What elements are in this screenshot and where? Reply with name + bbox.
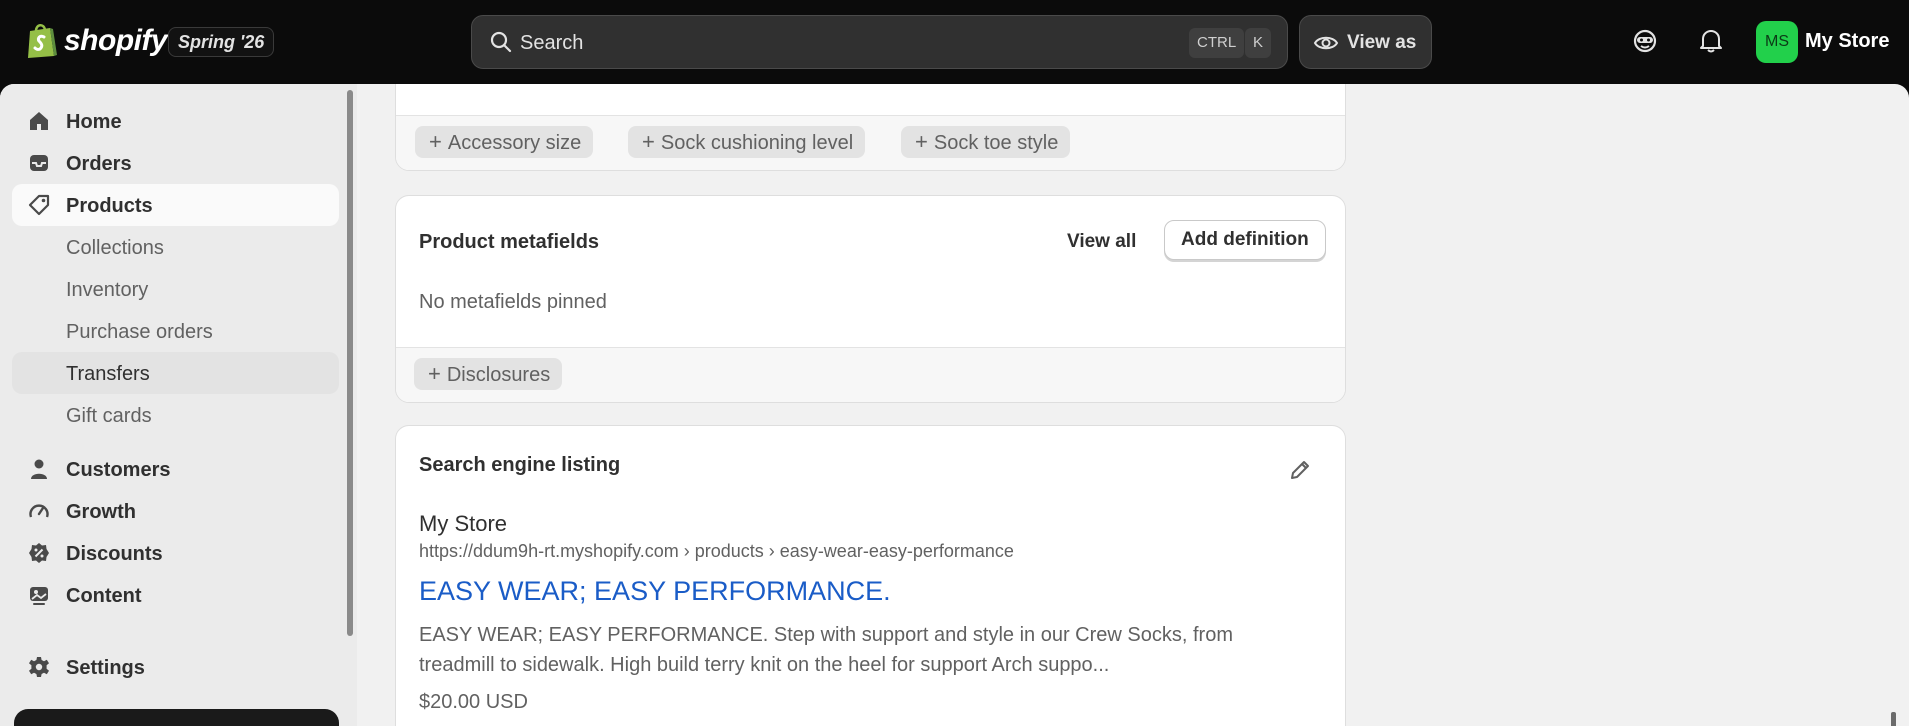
sidebar-item-growth[interactable]: Growth [12, 490, 339, 532]
seo-description: EASY WEAR; EASY PERFORMANCE. Step with s… [419, 620, 1299, 680]
view-as-button[interactable]: View as [1299, 15, 1432, 69]
add-definition-button[interactable]: Add definition [1164, 220, 1326, 260]
pill-label: Disclosures [446, 364, 551, 386]
add-sock-cushioning-button[interactable]: + Sock cushioning level [628, 126, 866, 158]
main-frame: Home Orders Products Collections Invento… [0, 84, 1909, 726]
home-icon [28, 110, 50, 132]
pill-label: Sock cushioning level [660, 132, 854, 154]
top-bar: shopify Spring '26 Search CTRL K View as… [0, 0, 1909, 84]
eye-icon [1313, 32, 1339, 60]
sidebar-bottom-panel[interactable] [14, 709, 339, 726]
seo-card-title: Search engine listing [419, 454, 621, 476]
seo-price: $20.00 USD [419, 691, 528, 713]
sidebar-item-gift-cards[interactable]: Gift cards [12, 394, 339, 436]
sidebar-scrollbar[interactable] [347, 90, 353, 636]
edition-badge[interactable]: Spring '26 [168, 27, 275, 57]
store-name[interactable]: My Store [1805, 30, 1889, 53]
sidebar-item-content[interactable]: Content [12, 574, 339, 616]
no-metafields-text: No metafields pinned [419, 291, 607, 313]
sidebar-item-inventory[interactable]: Inventory [12, 268, 339, 310]
search-placeholder: Search [520, 32, 584, 54]
sidebar-item-discounts[interactable]: Discounts [12, 532, 339, 574]
sidebar-item-label: Products [66, 195, 153, 217]
sidebar: Home Orders Products Collections Invento… [0, 84, 357, 726]
gauge-icon [28, 500, 50, 522]
sidebar-item-label: Transfers [66, 363, 150, 385]
sidebar-item-settings[interactable]: Settings [12, 646, 339, 688]
seo-description-line: treadmill to sidewalk. High build terry … [419, 654, 1110, 676]
plus-icon: + [429, 129, 442, 154]
bell-icon[interactable] [1699, 28, 1723, 59]
add-disclosures-button[interactable]: + Disclosures [414, 358, 563, 390]
pill-label: Sock toe style [933, 132, 1059, 154]
sidebar-item-purchase-orders[interactable]: Purchase orders [12, 310, 339, 352]
sidebar-item-label: Settings [66, 657, 145, 679]
view-all-button[interactable]: View all [1067, 231, 1136, 253]
seo-url: https://ddum9h-rt.myshopify.com › produc… [419, 541, 1014, 561]
category-attributes-card: + Accessory size + Sock cushioning level +… [395, 84, 1346, 171]
pencil-icon[interactable] [1289, 459, 1311, 486]
plus-icon: + [915, 129, 928, 154]
search-bar[interactable]: Search CTRL K [471, 15, 1288, 69]
shopify-bag-icon [26, 22, 58, 60]
plus-icon: + [642, 129, 655, 154]
logo-text: shopify [64, 24, 168, 57]
shortcut-k: K [1245, 28, 1272, 58]
avatar[interactable]: MS [1756, 21, 1798, 63]
shortcut-ctrl: CTRL [1189, 28, 1245, 58]
seo-page-title: EASY WEAR; EASY PERFORMANCE. [419, 576, 891, 606]
add-accessory-size-button[interactable]: + Accessory size [415, 126, 594, 158]
metafields-footer: + Disclosures [396, 347, 1345, 402]
seo-description-line: EASY WEAR; EASY PERFORMANCE. Step with s… [419, 624, 1233, 646]
search-icon [490, 31, 512, 58]
pill-label: Accessory size [447, 132, 582, 154]
discount-icon [28, 542, 50, 564]
sidebar-item-label: Home [66, 111, 122, 133]
sidebar-item-orders[interactable]: Orders [12, 142, 339, 184]
sidekick-icon[interactable] [1632, 28, 1658, 59]
inbox-icon [28, 152, 50, 174]
sidebar-item-label: Collections [66, 237, 164, 259]
metafields-title: Product metafields [419, 231, 600, 253]
seo-store-name: My Store [419, 511, 508, 536]
sidebar-item-label: Discounts [66, 543, 163, 565]
sidebar-item-label: Customers [66, 459, 171, 481]
sidebar-item-products[interactable]: Products [12, 184, 339, 226]
tag-icon [28, 194, 50, 216]
sidebar-item-label: Inventory [66, 279, 149, 301]
gear-icon [28, 656, 50, 678]
plus-icon: + [428, 361, 441, 386]
search-engine-listing-card: Search engine listing My Store https://d… [395, 425, 1346, 726]
view-as-label: View as [1347, 32, 1417, 53]
sidebar-item-label: Content [66, 585, 142, 607]
product-metafields-card: Product metafields View all Add definiti… [395, 195, 1346, 403]
add-sock-toe-style-button[interactable]: + Sock toe style [901, 126, 1071, 158]
content-icon [28, 584, 50, 606]
sidebar-item-label: Purchase orders [66, 321, 213, 343]
person-icon [28, 458, 50, 480]
attributes-footer: + Accessory size + Sock cushioning level +… [396, 115, 1345, 170]
sidebar-item-transfers[interactable]: Transfers [12, 352, 339, 394]
sidebar-item-customers[interactable]: Customers [12, 448, 339, 490]
sidebar-item-label: Orders [66, 153, 132, 175]
sidebar-item-label: Growth [66, 501, 136, 523]
page-scrollbar[interactable] [1891, 712, 1896, 726]
sidebar-item-collections[interactable]: Collections [12, 226, 339, 268]
sidebar-item-label: Gift cards [66, 405, 152, 427]
shopify-logo[interactable]: shopify [26, 22, 168, 60]
sidebar-item-home[interactable]: Home [12, 100, 339, 142]
